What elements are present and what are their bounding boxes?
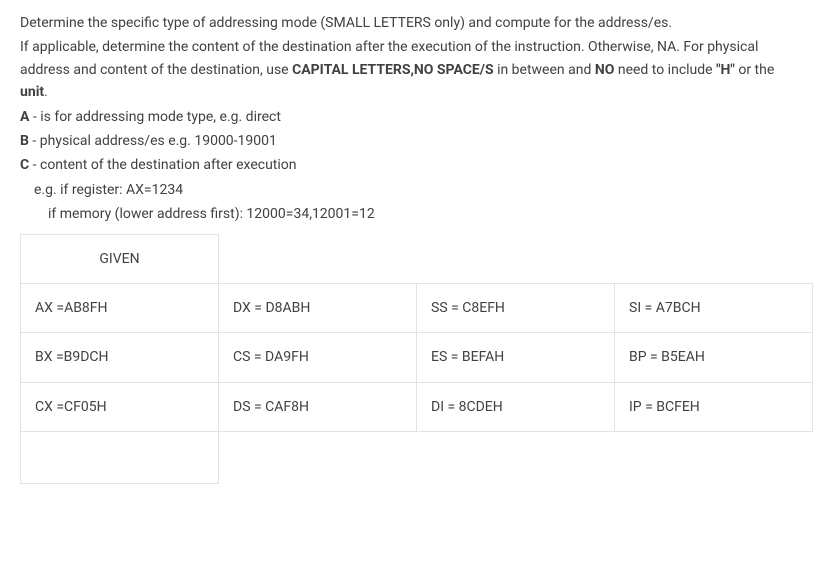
- instruction-line-b: B - physical address/es e.g. 19000-19001: [20, 130, 805, 152]
- table-row-empty: [21, 432, 813, 484]
- register-cell-ip: IP = BCFEH: [615, 382, 813, 431]
- register-cell-ss: SS = C8EFH: [417, 283, 615, 332]
- table-row: AX =AB8FH DX = D8ABH SS = C8EFH SI = A7B…: [21, 283, 813, 332]
- instruction-line-c-eg2: if memory (lower address first): 12000=3…: [20, 203, 805, 225]
- text-segment: .: [44, 84, 48, 100]
- bold-no: NO: [595, 62, 615, 78]
- given-header: GIVEN: [21, 234, 219, 283]
- instruction-line-1: Determine the specific type of addressin…: [20, 12, 805, 34]
- instructions-block: Determine the specific type of addressin…: [20, 12, 805, 226]
- instruction-line-2: If applicable, determine the content of …: [20, 36, 805, 103]
- empty-header: [219, 234, 417, 283]
- text-segment: or the: [735, 62, 774, 78]
- register-cell-cx: CX =CF05H: [21, 382, 219, 431]
- bold-h: "H": [716, 62, 735, 78]
- bold-unit: unit: [20, 84, 44, 100]
- register-cell-bx: BX =B9DCH: [21, 333, 219, 382]
- text-segment: - physical address/es e.g. 19000-19001: [29, 133, 277, 149]
- table-row: BX =B9DCH CS = DA9FH ES = BEFAH BP = B5E…: [21, 333, 813, 382]
- empty-cell: [219, 432, 417, 484]
- text-segment: in between and: [494, 62, 595, 78]
- empty-cell: [417, 432, 615, 484]
- register-cell-si: SI = A7BCH: [615, 283, 813, 332]
- empty-header: [615, 234, 813, 283]
- instruction-line-c-eg1: e.g. if register: AX=1234: [20, 179, 805, 201]
- register-cell-ds: DS = CAF8H: [219, 382, 417, 431]
- given-table: GIVEN AX =AB8FH DX = D8ABH SS = C8EFH SI…: [20, 234, 813, 485]
- text-segment: - content of the destination after execu…: [29, 157, 296, 173]
- register-cell-di: DI = 8CDEH: [417, 382, 615, 431]
- table-row: CX =CF05H DS = CAF8H DI = 8CDEH IP = BCF…: [21, 382, 813, 431]
- empty-cell: [21, 432, 219, 484]
- label-b: B: [20, 133, 29, 149]
- instruction-line-a: A - is for addressing mode type, e.g. di…: [20, 106, 805, 128]
- register-cell-ax: AX =AB8FH: [21, 283, 219, 332]
- register-cell-dx: DX = D8ABH: [219, 283, 417, 332]
- empty-header: [417, 234, 615, 283]
- label-c: C: [20, 157, 29, 173]
- register-cell-bp: BP = B5EAH: [615, 333, 813, 382]
- label-a: A: [20, 109, 29, 125]
- register-cell-cs: CS = DA9FH: [219, 333, 417, 382]
- bold-caps: CAPITAL LETTERS,NO SPACE/S: [292, 62, 494, 78]
- table-header-row: GIVEN: [21, 234, 813, 283]
- empty-cell: [615, 432, 813, 484]
- instruction-line-c: C - content of the destination after exe…: [20, 154, 805, 176]
- register-cell-es: ES = BEFAH: [417, 333, 615, 382]
- text-segment: - is for addressing mode type, e.g. dire…: [29, 109, 281, 125]
- text-segment: need to include: [614, 62, 716, 78]
